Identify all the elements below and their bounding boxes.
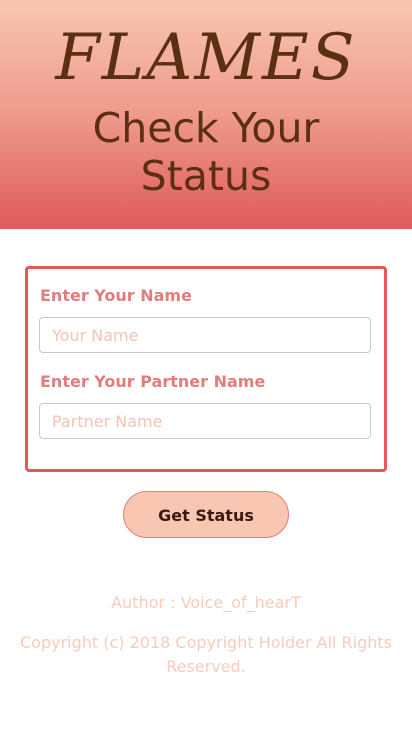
author-credit: Author : Voice_of_hearT — [111, 593, 301, 612]
name-label: Enter Your Name — [40, 286, 192, 305]
copyright-line-2: Reserved. — [166, 657, 246, 676]
get-status-button[interactable]: Get Status — [123, 491, 289, 538]
partner-name-label: Enter Your Partner Name — [40, 372, 266, 391]
name-form: Enter Your Name Enter Your Partner Name — [25, 266, 387, 472]
page-title: Check Your Status — [0, 104, 412, 200]
page-title-line-1: Check Your — [92, 104, 320, 152]
partner-name-input[interactable] — [39, 403, 371, 439]
your-name-input[interactable] — [39, 317, 371, 353]
page-title-line-2: Status — [140, 152, 272, 200]
copyright-line-1: Copyright (c) 2018 Copyright Holder All … — [19, 633, 393, 652]
header-banner: FLAMES Check Your Status — [0, 0, 412, 229]
app-logo: FLAMES — [55, 21, 357, 95]
